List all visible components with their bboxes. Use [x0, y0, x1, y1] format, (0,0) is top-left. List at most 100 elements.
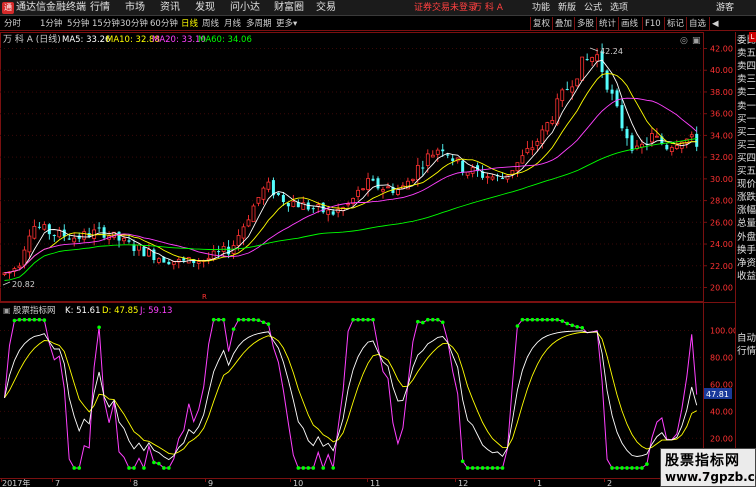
login-status[interactable]: 证券交易未登录 [414, 0, 477, 16]
tool-f10[interactable]: F10 [642, 17, 663, 31]
side-item[interactable]: 涨幅 [737, 205, 756, 216]
ma5-label: MA5: 33.26 [62, 35, 110, 45]
expand-square-icon[interactable]: ▣ [692, 36, 701, 46]
side-auto[interactable]: 自动 [737, 333, 756, 344]
j-extreme-marker [366, 317, 370, 322]
menu-options[interactable]: 选项 [610, 0, 628, 16]
side-item[interactable]: 买五 [737, 166, 756, 177]
candle-body-down [281, 194, 285, 203]
candle-body-down [461, 160, 465, 173]
period-daily[interactable]: 日线 [181, 17, 198, 31]
menu-ask[interactable]: 问小达 [230, 0, 260, 16]
j-line [4, 319, 698, 470]
stock-chart[interactable]: 42.00 40.00 38.00 36.00 34.00 32.00 30.00 28.00… [0, 32, 735, 487]
side-item[interactable]: 总量 [737, 218, 756, 229]
j-extreme-marker [520, 317, 525, 322]
tool-draw[interactable]: 画线 [618, 17, 640, 31]
settings-circle-icon[interactable]: ◎ [680, 36, 688, 46]
watermark: 股票指标网 www.7gpzb.com [660, 448, 756, 487]
price-tick-label: 34.00 [710, 131, 733, 140]
side-item[interactable]: 卖二 [737, 87, 756, 98]
period-tick[interactable]: 分时 [4, 17, 21, 31]
candle-body-down [695, 133, 699, 147]
period-5m[interactable]: 5分钟 [67, 17, 89, 31]
period-60m[interactable]: 60分钟 [150, 17, 178, 31]
j-extreme-marker [321, 466, 326, 470]
side-item[interactable]: 卖五 [737, 48, 756, 59]
period-30m[interactable]: 30分钟 [120, 17, 148, 31]
k-label: K: 51.61 [65, 306, 100, 316]
side-item[interactable]: 换手 [737, 245, 756, 256]
candle-body-up [366, 178, 370, 190]
menu-trade[interactable]: 交易 [316, 0, 336, 16]
tool-adjust[interactable]: 复权 [530, 17, 552, 31]
period-more[interactable]: 更多▾ [276, 17, 297, 31]
j-extreme-marker [77, 466, 81, 470]
menu-wealth[interactable]: 财富圈 [274, 0, 304, 16]
main-panel-frame [0, 32, 704, 302]
side-item[interactable]: 买三 [737, 140, 756, 151]
candle-body-up [669, 147, 674, 153]
j-extreme-marker [515, 324, 520, 328]
tool-favorite[interactable]: 自选 [686, 17, 708, 31]
tool-overlay[interactable]: 叠加 [552, 17, 574, 31]
watermark-url: www.7gpzb.com [665, 470, 756, 484]
menu-discover[interactable]: 发现 [195, 0, 215, 16]
side-badge[interactable]: L [749, 32, 756, 42]
j-extreme-marker [221, 317, 226, 322]
side-item[interactable]: 买二 [737, 127, 756, 138]
side-item[interactable]: 收益 [737, 271, 756, 282]
side-item[interactable]: 卖四 [737, 61, 756, 72]
j-extreme-marker [500, 466, 505, 470]
candle-body-down [630, 135, 634, 151]
j-extreme-marker [311, 466, 316, 470]
candle-body-up [530, 147, 535, 151]
period-multi[interactable]: 多周期 [246, 17, 272, 31]
candle-body-up [525, 148, 530, 154]
side-item[interactable]: 买四 [737, 153, 756, 164]
side-item[interactable]: 净资 [737, 258, 756, 269]
menu-quotes[interactable]: 行情 [90, 0, 110, 16]
tool-multi[interactable]: 多股 [574, 17, 596, 31]
candle-body-up [171, 261, 176, 265]
candle-body-down [565, 88, 569, 90]
j-label: J: 59.13 [139, 306, 172, 316]
event-marker[interactable]: R [202, 293, 207, 301]
side-item[interactable]: 买一 [737, 114, 756, 125]
candle-body-down [167, 261, 171, 265]
menu-market[interactable]: 市场 [125, 0, 145, 16]
menu-formula[interactable]: 公式 [584, 0, 602, 16]
side-item[interactable]: 涨跌 [737, 192, 756, 203]
side-item[interactable]: 外盘 [737, 232, 756, 243]
tool-mark[interactable]: 标记 [664, 17, 686, 31]
j-extreme-marker [37, 317, 42, 322]
candle-body-up [137, 244, 141, 251]
side-item[interactable]: 卖三 [737, 74, 756, 85]
back-arrow-icon[interactable]: ◀ [709, 17, 721, 31]
d-label: D: 47.85 [102, 306, 138, 316]
j-extreme-marker [266, 322, 271, 326]
period-15m[interactable]: 15分钟 [92, 17, 120, 31]
menu-news[interactable]: 资讯 [160, 0, 180, 16]
j-extreme-marker [157, 461, 161, 466]
j-extreme-marker [485, 466, 490, 470]
indicator-tick-label: 100.00 [710, 326, 735, 335]
guest-label[interactable]: 游客 [716, 0, 734, 16]
menu-new[interactable]: 新版 [558, 0, 576, 16]
menu-function[interactable]: 功能 [532, 0, 550, 16]
date-tick-label: 2017年 [2, 478, 30, 487]
j-extreme-marker [256, 318, 261, 322]
period-weekly[interactable]: 周线 [202, 17, 219, 31]
j-extreme-marker [550, 317, 555, 322]
side-item[interactable]: 卖一 [737, 101, 756, 112]
period-monthly[interactable]: 月线 [224, 17, 241, 31]
side-item[interactable]: 现价 [737, 179, 756, 190]
tool-stats[interactable]: 统计 [596, 17, 618, 31]
candle-body-up [256, 197, 261, 204]
period-1m[interactable]: 1分钟 [40, 17, 62, 31]
indicator-tick-label: 80.00 [710, 353, 733, 362]
side-quotes[interactable]: 行情 [737, 346, 756, 357]
candle-body-up [42, 224, 47, 230]
candle-body-up [560, 89, 565, 102]
indicator-icon[interactable]: ▣ [3, 306, 11, 315]
